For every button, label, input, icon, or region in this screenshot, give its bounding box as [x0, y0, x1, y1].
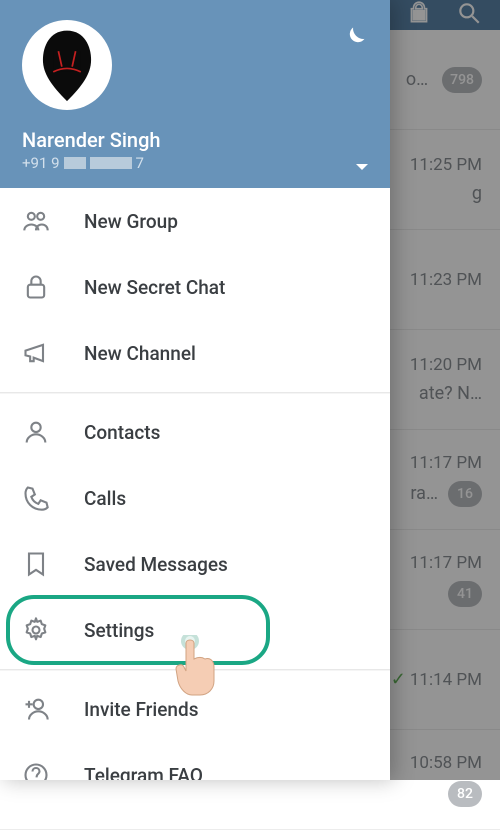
menu-contacts[interactable]: Contacts — [0, 399, 390, 465]
phone-suffix: 7 — [136, 154, 144, 172]
divider — [0, 392, 390, 393]
menu-label: New Secret Chat — [84, 276, 225, 299]
lock-icon — [22, 273, 50, 301]
bookmark-icon — [22, 550, 50, 578]
user-phone: +91 9 7 — [22, 154, 368, 172]
menu-settings[interactable]: Settings — [0, 597, 390, 663]
night-mode-icon[interactable] — [340, 24, 368, 52]
menu-telegram-faq[interactable]: Telegram FAQ — [0, 742, 390, 780]
drawer-menu: New Group New Secret Chat New Channel Co… — [0, 188, 390, 780]
help-icon — [22, 761, 50, 780]
menu-label: Calls — [84, 487, 126, 510]
menu-invite-friends[interactable]: Invite Friends — [0, 676, 390, 742]
drawer-header[interactable]: Narender Singh +91 9 7 — [0, 0, 390, 188]
menu-new-secret-chat[interactable]: New Secret Chat — [0, 254, 390, 320]
person-icon — [22, 418, 50, 446]
menu-label: Settings — [84, 619, 154, 642]
menu-saved-messages[interactable]: Saved Messages — [0, 531, 390, 597]
expand-accounts-icon[interactable] — [356, 164, 368, 170]
menu-label: Telegram FAQ — [84, 764, 203, 781]
menu-new-channel[interactable]: New Channel — [0, 320, 390, 386]
menu-label: New Group — [84, 210, 178, 233]
add-person-icon — [22, 695, 50, 723]
menu-label: New Channel — [84, 342, 196, 365]
avatar[interactable] — [22, 20, 112, 110]
phone-prefix: +91 9 — [22, 154, 60, 172]
phone-mask — [90, 157, 132, 169]
divider — [0, 669, 390, 670]
megaphone-icon — [22, 339, 50, 367]
user-name: Narender Singh — [22, 128, 368, 152]
menu-label: Contacts — [84, 421, 160, 444]
menu-new-group[interactable]: New Group — [0, 188, 390, 254]
gear-icon — [22, 616, 50, 644]
menu-label: Invite Friends — [84, 698, 198, 721]
phone-mask — [64, 157, 86, 169]
phone-icon — [22, 484, 50, 512]
unread-badge: 82 — [448, 781, 482, 807]
menu-calls[interactable]: Calls — [0, 465, 390, 531]
group-icon — [22, 207, 50, 235]
nav-drawer: Narender Singh +91 9 7 New Group New Sec… — [0, 0, 390, 780]
menu-label: Saved Messages — [84, 553, 228, 576]
